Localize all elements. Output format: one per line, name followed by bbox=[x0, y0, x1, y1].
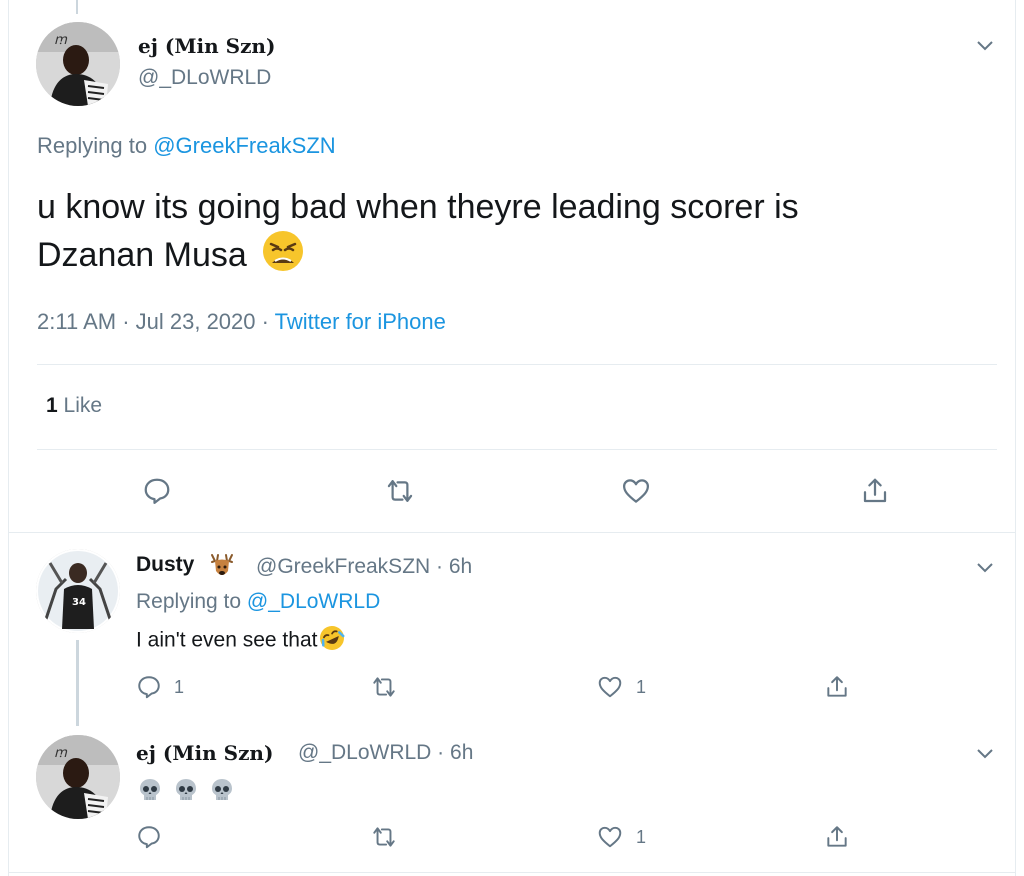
chevron-down-icon[interactable] bbox=[974, 742, 996, 764]
like-button[interactable]: 1 bbox=[596, 674, 646, 700]
reply-text: I ain't even see that bbox=[136, 625, 345, 657]
avatar[interactable]: 34 bbox=[36, 549, 120, 633]
avatar[interactable]: ꭑ bbox=[36, 22, 120, 106]
share-button[interactable] bbox=[824, 824, 850, 850]
share-icon bbox=[827, 676, 847, 697]
reply-emojis bbox=[136, 776, 236, 804]
tweet-text: u know its going bad when theyre leading… bbox=[37, 184, 957, 284]
retweet-button[interactable] bbox=[384, 476, 416, 506]
svg-text:34: 34 bbox=[72, 597, 86, 608]
skull-icon bbox=[212, 779, 232, 800]
reply-button[interactable] bbox=[142, 476, 172, 506]
reply-icon bbox=[138, 676, 160, 699]
replying-to: Replying to @GreekFreakSZN bbox=[37, 133, 336, 159]
handle[interactable]: @_DLoWRLD bbox=[138, 66, 271, 90]
display-name[interactable]: ej (Min Szn) bbox=[138, 34, 275, 58]
reply-button[interactable] bbox=[136, 824, 174, 850]
likes-summary[interactable]: 1 Like bbox=[46, 394, 102, 418]
share-button[interactable] bbox=[860, 476, 890, 506]
heart-icon bbox=[598, 676, 622, 698]
retweet-button[interactable] bbox=[370, 824, 410, 850]
reply-icon bbox=[138, 826, 160, 849]
chevron-down-icon[interactable] bbox=[974, 34, 996, 56]
reply-button[interactable]: 1 bbox=[136, 674, 184, 700]
like-count: 1 bbox=[636, 826, 647, 847]
chevron-down-icon[interactable] bbox=[974, 556, 996, 578]
skull-icon bbox=[140, 779, 160, 800]
tweet-meta: 2:11 AM · Jul 23, 2020 · Twitter for iPh… bbox=[37, 309, 446, 335]
divider bbox=[8, 872, 1016, 873]
rofl-face-icon bbox=[319, 625, 345, 657]
thread-connector-top bbox=[76, 0, 78, 14]
reply-count: 1 bbox=[174, 676, 185, 697]
divider bbox=[37, 364, 997, 365]
deer-icon bbox=[206, 553, 238, 586]
heart-icon bbox=[623, 479, 649, 503]
timestamp[interactable]: 2:11 AM · Jul 23, 2020 · bbox=[37, 309, 275, 334]
display-name[interactable]: ej (Min Szn) bbox=[136, 741, 273, 765]
heart-icon bbox=[598, 826, 622, 848]
reply-icon bbox=[144, 478, 170, 504]
like-button[interactable]: 1 bbox=[596, 824, 646, 850]
share-icon bbox=[827, 826, 847, 847]
like-label: Like bbox=[63, 394, 103, 417]
share-icon bbox=[863, 478, 887, 503]
divider bbox=[8, 532, 1016, 533]
svg-text:ꭑ: ꭑ bbox=[54, 745, 68, 761]
replying-prefix: Replying to bbox=[37, 133, 148, 158]
divider bbox=[37, 449, 997, 450]
retweet-icon bbox=[387, 480, 413, 502]
handle-time[interactable]: @GreekFreakSZN · 6h bbox=[256, 555, 472, 579]
replying-to-link[interactable]: @_DLoWRLD bbox=[247, 590, 380, 613]
like-count: 1 bbox=[46, 394, 58, 417]
tweet-source[interactable]: Twitter for iPhone bbox=[275, 309, 446, 334]
tweet-text-line2: Dzanan Musa bbox=[37, 235, 247, 274]
retweet-icon bbox=[373, 677, 395, 697]
retweet-button[interactable] bbox=[370, 674, 410, 700]
like-button[interactable] bbox=[620, 476, 652, 506]
avatar[interactable]: ꭑ bbox=[36, 735, 120, 819]
handle-time[interactable]: @_DLoWRLD · 6h bbox=[298, 741, 473, 765]
like-count: 1 bbox=[636, 676, 647, 697]
reply-text-body: I ain't even see that bbox=[136, 628, 318, 652]
replying-to-link[interactable]: @GreekFreakSZN bbox=[153, 133, 335, 158]
retweet-icon bbox=[373, 827, 395, 847]
tweet-text-line1: u know its going bad when theyre leading… bbox=[37, 188, 799, 226]
replying-to: Replying to @_DLoWRLD bbox=[136, 590, 380, 614]
skull-icon bbox=[176, 779, 196, 800]
replying-prefix: Replying to bbox=[136, 590, 242, 613]
thread-connector bbox=[76, 640, 79, 726]
svg-text:ꭑ: ꭑ bbox=[54, 32, 68, 48]
share-button[interactable] bbox=[824, 674, 850, 700]
weary-face-icon bbox=[262, 230, 304, 284]
display-name[interactable]: Dusty bbox=[136, 553, 194, 577]
